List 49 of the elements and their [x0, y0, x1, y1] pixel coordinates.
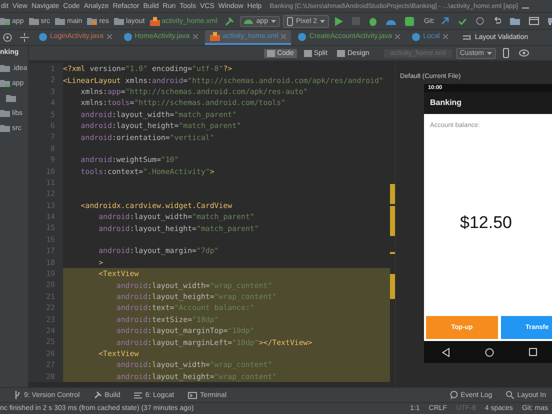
check-icon	[458, 18, 467, 24]
arrow-icon	[440, 17, 449, 25]
mode-icon	[267, 50, 276, 56]
caret-icon	[320, 20, 325, 22]
hammer-icon	[94, 391, 102, 399]
class-icon	[124, 32, 132, 40]
folder-icon	[114, 17, 124, 25]
undo-icon	[492, 17, 501, 25]
back-icon	[442, 348, 450, 356]
close-icon	[281, 34, 286, 39]
stop-icon	[352, 17, 360, 25]
target-icon	[3, 33, 12, 42]
folder-icon	[28, 17, 39, 25]
close-icon	[192, 34, 198, 39]
layout-file-icon	[210, 32, 220, 41]
folder-icon	[55, 17, 66, 25]
class-icon	[412, 32, 420, 40]
app-bar-title: Banking	[424, 92, 552, 114]
folder-icon	[0, 79, 10, 87]
close-icon	[395, 34, 400, 39]
code-editor[interactable]	[29, 61, 390, 387]
layers-icon	[462, 34, 472, 41]
home-icon	[484, 348, 494, 356]
window-icon	[528, 17, 539, 25]
branch-icon	[14, 391, 21, 399]
collapse-icon	[20, 33, 29, 42]
class-icon	[39, 32, 47, 40]
class-icon	[298, 32, 306, 40]
mode-icon	[337, 50, 346, 56]
magnifier-icon	[506, 391, 514, 399]
phone-icon	[503, 48, 509, 58]
terminal-icon	[188, 392, 198, 398]
mode-icon	[304, 50, 312, 56]
folder-icon	[87, 17, 98, 25]
close-icon	[106, 34, 112, 39]
eye-icon	[519, 49, 529, 57]
folder-icon	[510, 17, 520, 25]
caret-icon	[270, 20, 276, 22]
phone-icon	[286, 16, 293, 26]
play-icon	[334, 16, 343, 26]
square-icon	[528, 348, 536, 356]
folder-icon	[0, 64, 10, 72]
balance-amount: $12.50	[459, 212, 513, 234]
caret-icon	[487, 52, 492, 54]
layout-file-icon	[150, 16, 160, 26]
list-icon	[134, 392, 142, 398]
hammer-icon	[225, 16, 234, 26]
folder-icon	[0, 17, 10, 25]
close-icon	[442, 34, 448, 39]
